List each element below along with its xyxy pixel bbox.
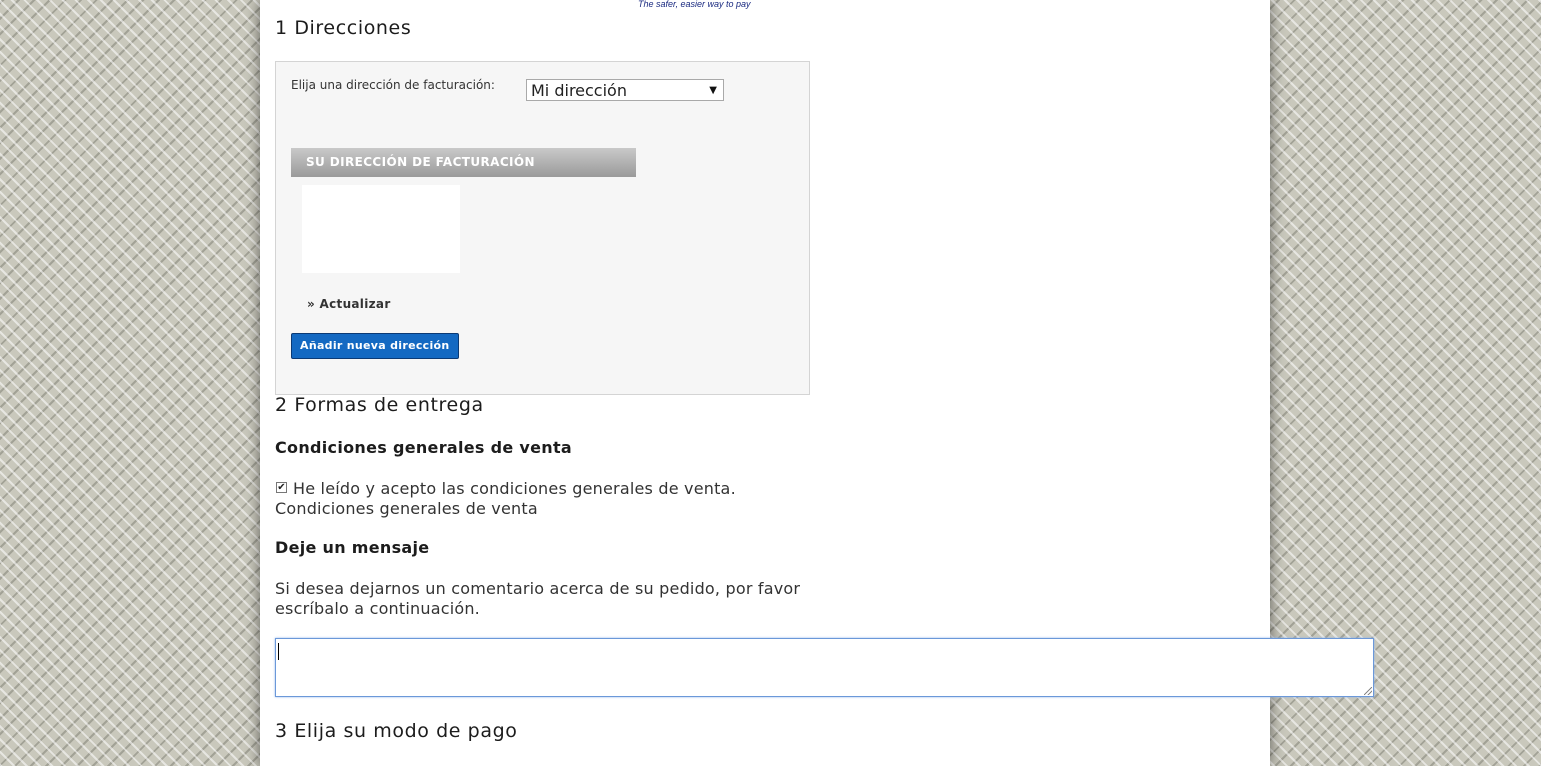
update-address-link[interactable]: » Actualizar [307,297,391,311]
billing-address-select[interactable]: Mi dirección ▼ [526,79,724,101]
checkout-page: The safer, easier way to pay 1 Direccion… [260,0,1374,766]
step-payment-title: 3 Elija su modo de pago [275,720,518,742]
paypal-tagline: The safer, easier way to pay [638,0,751,9]
message-instructions-line2: escríbalo a continuación. [275,599,480,618]
terms-link[interactable]: Condiciones generales de venta [275,499,538,518]
resize-grip-icon[interactable] [1364,687,1372,695]
add-new-address-button[interactable]: Añadir nueva dirección [291,333,459,359]
dropdown-arrow-icon: ▼ [709,85,717,96]
step-delivery-title: 2 Formas de entrega [275,394,484,416]
text-caret [278,643,279,660]
billing-address-header: SU DIRECCIÓN DE FACTURACIÓN [291,148,636,177]
billing-address-content [302,185,460,273]
terms-checkbox-label: He leído y acepto las condiciones genera… [293,479,736,498]
address-panel: Elija una dirección de facturación: Mi d… [275,61,810,395]
message-instructions-line1: Si desea dejarnos un comentario acerca d… [275,579,801,598]
step-addresses-title: 1 Direcciones [275,17,412,39]
terms-heading: Condiciones generales de venta [275,438,573,457]
terms-checkbox[interactable]: ✔ [276,482,287,493]
message-heading: Deje un mensaje [275,538,430,557]
billing-address-label: Elija una dirección de facturación: [291,78,495,92]
billing-address-select-value: Mi dirección [531,81,627,100]
message-textarea[interactable] [275,638,1374,697]
